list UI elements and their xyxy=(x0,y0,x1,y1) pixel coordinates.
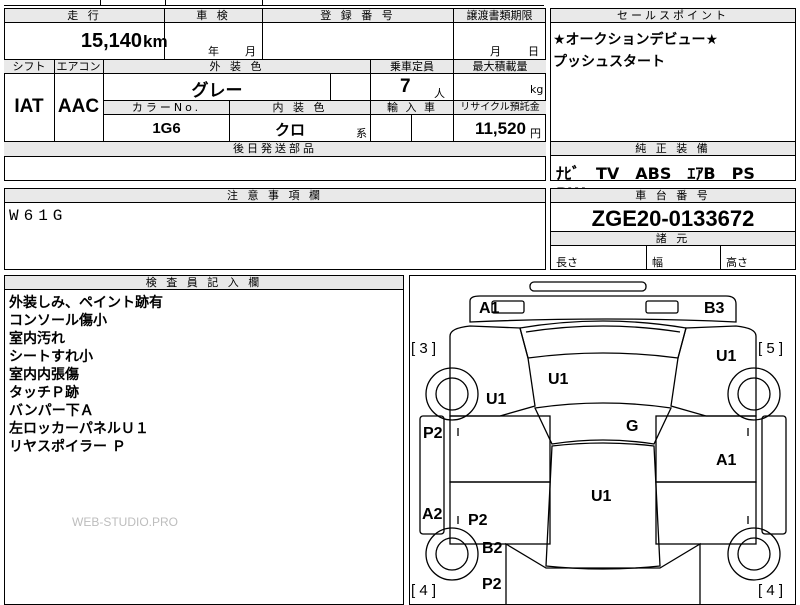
mileage-header: 走 行 xyxy=(4,8,165,23)
color-no-value: 1G6 xyxy=(152,120,181,137)
right-rear-door xyxy=(655,481,757,545)
inspector-line: コンソール傷小 xyxy=(9,313,107,329)
front-grille-shape xyxy=(529,281,647,292)
capacity-value: 7 xyxy=(400,76,411,97)
max-load-unit: kg xyxy=(530,83,544,96)
right-rocker xyxy=(761,415,787,535)
inspection-month-label: 月 xyxy=(245,45,256,58)
capacity-header: 乗車定員 xyxy=(371,60,453,73)
inspection-year-label: 年 xyxy=(208,45,219,58)
left-rear-wheel xyxy=(425,527,479,581)
car-diagram xyxy=(419,281,787,604)
inspector-line: 室内内張傷 xyxy=(9,367,79,383)
inspector-lines: 外装しみ、ペイント跡有 コンソール傷小 室内汚れ シートすれ小 室内内張傷 タッ… xyxy=(9,294,163,456)
left-rear-door xyxy=(449,481,551,545)
recycle-header: リサイクル預託金 xyxy=(454,101,546,114)
right-rear-wheel xyxy=(727,527,781,581)
inspector-line: シートすれ小 xyxy=(9,349,93,365)
max-load-header: 最大積載量 xyxy=(454,60,546,73)
watermark: WEB-STUDIO.PRO xyxy=(72,515,179,529)
aircon-value: AAC xyxy=(57,96,100,117)
length-label: 長さ xyxy=(556,256,578,269)
mark-b2-rear: B2 xyxy=(482,540,503,557)
later-parts-header: 後日発送部品 xyxy=(4,142,546,156)
mark-p2-left-door: P2 xyxy=(423,425,443,442)
width-label: 幅 xyxy=(652,256,663,269)
chassis-number: ZGE20-0133672 xyxy=(591,206,755,231)
mileage-value: 15,140 xyxy=(80,30,142,52)
recycle-unit: 円 xyxy=(530,127,541,140)
inspector-line: 室内汚れ xyxy=(9,331,65,347)
right-front-door xyxy=(655,415,757,483)
sales-point-2: プッシュスタート xyxy=(553,54,665,70)
mark-u1-roof: U1 xyxy=(591,488,612,505)
capacity-unit: 人 xyxy=(434,87,445,100)
inspector-line: タッチＰ跡 xyxy=(9,385,79,401)
dimensions-header: 諸 元 xyxy=(550,231,796,246)
inspector-header: 検 査 員 記 入 欄 xyxy=(4,275,404,290)
bracket-3: [ 3 ] xyxy=(411,340,437,357)
windshield-shape xyxy=(534,402,672,445)
height-label: 高さ xyxy=(726,256,748,269)
int-color-suffix: 系 xyxy=(356,127,367,140)
mark-b3-front-right: B3 xyxy=(704,300,725,317)
car-diagram-panel: A1 B3 [ 3 ] [ 5 ] U1 U1 U1 P2 G A1 U1 A2… xyxy=(409,275,796,605)
bracket-5: [ 5 ] xyxy=(758,340,784,357)
mark-p2-rear-left: P2 xyxy=(468,512,488,529)
inspector-line: 左ロッカーパネルＵ１ xyxy=(9,421,149,437)
left-front-door xyxy=(449,415,551,483)
mark-a1-front-left: A1 xyxy=(479,300,500,317)
inspector-line: 外装しみ、ペイント跡有 xyxy=(9,295,163,311)
transfer-month-label: 月 xyxy=(490,45,501,58)
roof-shape xyxy=(545,442,661,570)
inspection-header: 車 検 xyxy=(164,8,263,23)
recycle-value: 11,520 xyxy=(474,119,526,138)
int-color-header: 内 装 色 xyxy=(230,101,370,114)
mark-u1-right-fender: U1 xyxy=(716,348,737,365)
bracket-4-right: [ 4 ] xyxy=(758,582,784,599)
chassis-header: 車 台 番 号 xyxy=(550,188,796,203)
transfer-deadline-header: 譲渡書類期限 xyxy=(453,8,546,23)
notes-value: W61G xyxy=(9,207,68,225)
shift-header: シフト xyxy=(4,60,54,73)
mark-u1-left-fender: U1 xyxy=(486,391,507,408)
inspector-line: バンパー下Ａ xyxy=(9,403,94,419)
left-front-wheel xyxy=(425,367,479,421)
mark-a2-rocker: A2 xyxy=(422,506,443,523)
mark-p2-rear-bumper: P2 xyxy=(482,576,502,593)
mark-a1-right-door: A1 xyxy=(716,452,737,469)
top-partial-strip xyxy=(0,0,800,6)
ext-color-header: 外 装 色 xyxy=(104,60,370,73)
right-headlight xyxy=(645,300,679,314)
sales-point-header: セールスポイント xyxy=(550,8,796,23)
right-front-wheel xyxy=(727,367,781,421)
shift-value: IAT xyxy=(14,96,44,117)
transfer-day-label: 日 xyxy=(528,45,539,58)
front-bumper-shape xyxy=(469,295,737,323)
aircon-header: エアコン xyxy=(54,60,103,73)
mark-u1-hood: U1 xyxy=(548,371,569,388)
genuine-equipment-header: 純 正 装 備 xyxy=(550,141,796,156)
sales-point-1: ★オークションデビュー★ xyxy=(553,32,719,48)
notes-header: 注 意 事 項 欄 xyxy=(4,188,546,203)
mileage-unit: km xyxy=(143,32,168,51)
bracket-4-left: [ 4 ] xyxy=(411,582,437,599)
import-header: 輸 入 車 xyxy=(371,101,453,114)
rear-section xyxy=(505,542,701,604)
reg-no-header: 登 録 番 号 xyxy=(262,8,454,23)
inspector-line: リヤスポイラー Ｐ xyxy=(9,439,126,455)
int-color-value: クロ xyxy=(274,121,305,139)
ext-color-value: グレー xyxy=(191,81,243,101)
color-no-header: カラーNo. xyxy=(104,101,229,114)
mark-g-windshield: G xyxy=(626,418,639,435)
